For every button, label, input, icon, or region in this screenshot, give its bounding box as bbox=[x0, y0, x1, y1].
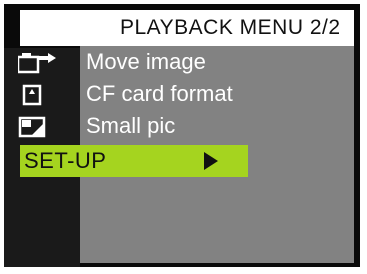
menu-item-cf-card-format[interactable]: CF card format bbox=[0, 79, 300, 109]
camera-lcd-frame: PLAYBACK MENU 2/2 Move image CF card for… bbox=[0, 0, 367, 274]
right-triangle-icon bbox=[204, 152, 218, 170]
move-image-icon bbox=[18, 53, 56, 74]
menu-item-label: Small pic bbox=[86, 113, 176, 138]
menu-item-move-image[interactable]: Move image bbox=[0, 47, 300, 77]
menu-item-small-pic[interactable]: Small pic bbox=[0, 111, 300, 141]
menu-title-bar: PLAYBACK MENU 2/2 bbox=[20, 10, 354, 46]
menu-item-setup[interactable]: SET-UP bbox=[20, 145, 248, 177]
cf-card-icon bbox=[22, 84, 42, 106]
setup-label: SET-UP bbox=[24, 148, 107, 173]
menu-item-label: Move image bbox=[86, 49, 206, 74]
menu-item-label: CF card format bbox=[86, 81, 233, 106]
menu-title: PLAYBACK MENU 2/2 bbox=[120, 16, 341, 39]
small-pic-icon bbox=[18, 116, 46, 138]
